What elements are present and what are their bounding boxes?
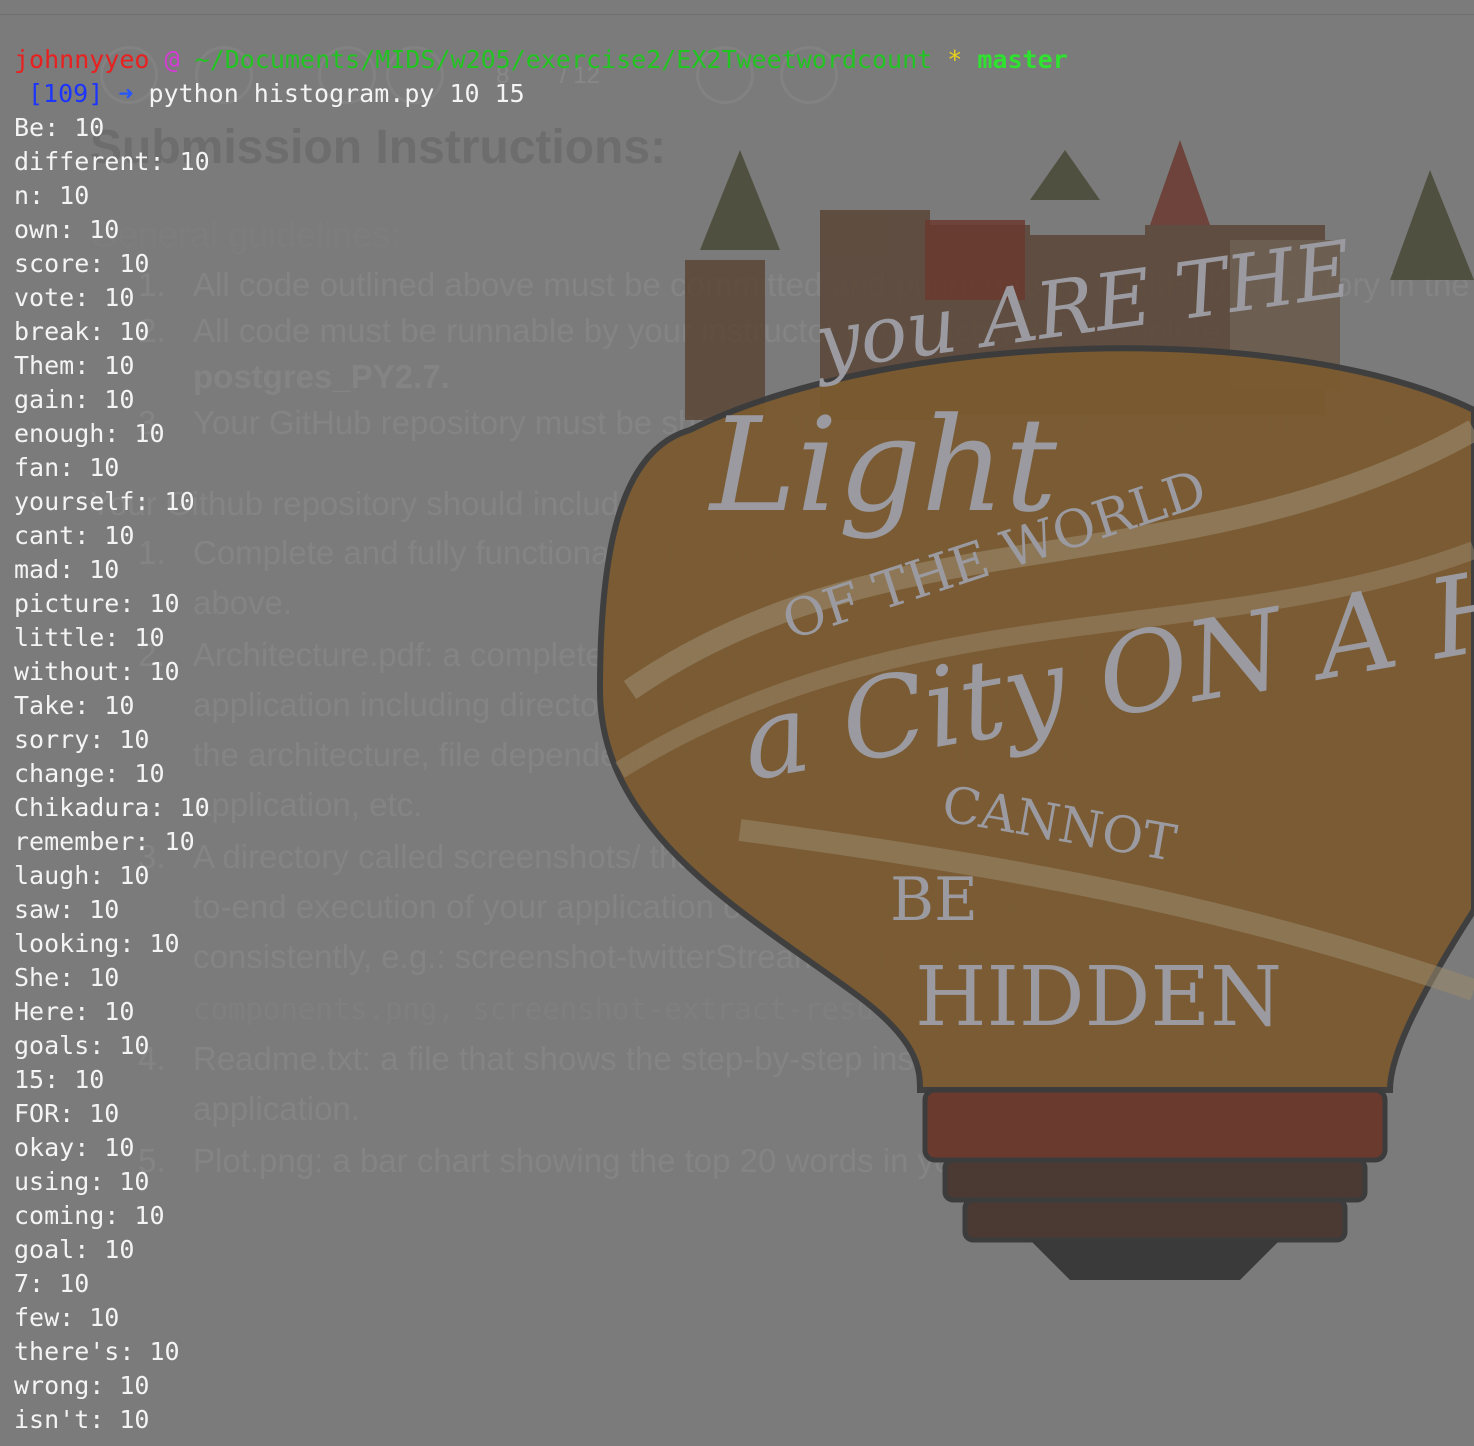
- output-line: using: 10: [14, 1167, 150, 1196]
- output-line: picture: 10: [14, 589, 180, 618]
- prompt-user: johnnyyeo: [14, 45, 150, 74]
- output-line: fan: 10: [14, 453, 120, 482]
- output-line: wrong: 10: [14, 1371, 150, 1400]
- output-line: goals: 10: [14, 1031, 150, 1060]
- output-line: yourself: 10: [14, 487, 195, 516]
- output-line: enough: 10: [14, 419, 165, 448]
- output-line: gain: 10: [14, 385, 135, 414]
- output-line: vote: 10: [14, 283, 135, 312]
- prompt-arrow-icon: ➜: [118, 79, 134, 108]
- output-line: score: 10: [14, 249, 150, 278]
- git-dirty-indicator: *: [947, 45, 963, 74]
- prompt-path: ~/Documents/MIDS/w205/exercise2/EX2Tweet…: [194, 45, 933, 74]
- output-line: sorry: 10: [14, 725, 150, 754]
- history-number: [109]: [28, 79, 104, 108]
- output-line: FOR: 10: [14, 1099, 120, 1128]
- command-text: python histogram.py 10 15: [148, 79, 525, 108]
- output-line: laugh: 10: [14, 861, 150, 890]
- output-line: own: 10: [14, 215, 120, 244]
- output-line: okay: 10: [14, 1133, 135, 1162]
- output-line: saw: 10: [14, 895, 120, 924]
- output-line: n: 10: [14, 181, 90, 210]
- output-line: cant: 10: [14, 521, 135, 550]
- prompt-at: @: [164, 45, 180, 74]
- output-line: Take: 10: [14, 691, 135, 720]
- terminal-window[interactable]: johnnyyeo @ ~/Documents/MIDS/w205/exerci…: [0, 0, 1474, 1446]
- output-line: mad: 10: [14, 555, 120, 584]
- shell-prompt: johnnyyeo @ ~/Documents/MIDS/w205/exerci…: [14, 43, 1068, 77]
- output-line: isn't: 10: [14, 1405, 150, 1434]
- output-line: break: 10: [14, 317, 150, 346]
- output-line: coming: 10: [14, 1201, 165, 1230]
- command-line[interactable]: [109] ➜ python histogram.py 10 15: [28, 77, 525, 111]
- command-output: Be: 10 different: 10 n: 10 own: 10 score: 10…: [14, 111, 210, 1437]
- output-line: Be: 10: [14, 113, 105, 142]
- output-line: little: 10: [14, 623, 165, 652]
- output-line: without: 10: [14, 657, 180, 686]
- output-line: She: 10: [14, 963, 120, 992]
- output-line: remember: 10: [14, 827, 195, 856]
- output-line: change: 10: [14, 759, 165, 788]
- git-branch: master: [977, 45, 1068, 74]
- output-line: there's: 10: [14, 1337, 180, 1366]
- output-line: few: 10: [14, 1303, 120, 1332]
- output-line: Chikadura: 10: [14, 793, 210, 822]
- output-line: Here: 10: [14, 997, 135, 1026]
- output-line: looking: 10: [14, 929, 180, 958]
- output-line: 7: 10: [14, 1269, 90, 1298]
- output-line: 15: 10: [14, 1065, 105, 1094]
- output-line: goal: 10: [14, 1235, 135, 1264]
- output-line: Them: 10: [14, 351, 135, 380]
- output-line: different: 10: [14, 147, 210, 176]
